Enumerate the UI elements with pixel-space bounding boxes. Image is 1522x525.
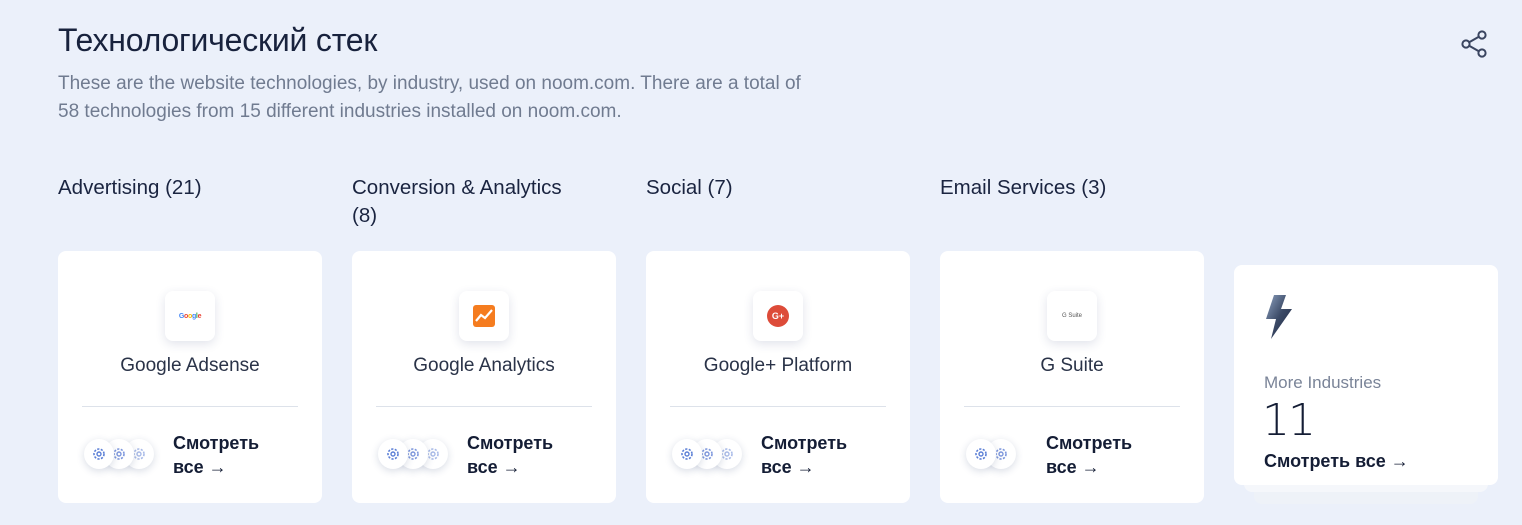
category-title-social: Social (7) [646, 176, 733, 199]
more-industries-card[interactable]: More Industries 11 Смотреть все → [1234, 265, 1498, 485]
tech-name[interactable]: G Suite [940, 355, 1204, 377]
tech-name[interactable]: Google Adsense [58, 355, 322, 377]
arrow-right-icon: → [1390, 451, 1409, 471]
gear-stack [84, 439, 164, 473]
more-industries-label: More Industries [1264, 373, 1382, 392]
tech-card-analytics[interactable]: Google Analytics Смотреть все → [352, 251, 616, 503]
gear-icon [378, 439, 408, 469]
arrow-right-icon: → [208, 457, 227, 477]
see-all-link[interactable]: Смотреть все → [1046, 431, 1156, 479]
arrow-right-icon: → [502, 457, 521, 477]
divider [670, 406, 886, 407]
gear-icon [966, 439, 996, 469]
tech-name[interactable]: Google Analytics [352, 355, 616, 377]
lightning-bolt-icon [1262, 293, 1296, 341]
category-title-advertising: Advertising (21) [58, 176, 202, 199]
google-adsense-logo: Google [165, 291, 215, 341]
divider [82, 406, 298, 407]
divider [376, 406, 592, 407]
see-all-link[interactable]: Смотреть все → [1264, 451, 1409, 472]
share-icon[interactable] [1460, 30, 1490, 58]
gear-icon [84, 439, 114, 469]
gear-stack [378, 439, 458, 473]
arrow-right-icon: → [796, 457, 815, 477]
section-description: These are the website technologies, by i… [58, 73, 801, 122]
tech-card-email[interactable]: G Suite G Suite Смотреть все → [940, 251, 1204, 503]
card-stack-shadow [1254, 490, 1478, 504]
section-title: Технологический стек [58, 22, 378, 58]
g-suite-logo: G Suite [1047, 291, 1097, 341]
google-plus-logo: G+ [753, 291, 803, 341]
tech-card-advertising[interactable]: Google Google Adsense Смотреть все → [58, 251, 322, 503]
gear-icon [672, 439, 702, 469]
google-analytics-logo [459, 291, 509, 341]
see-all-link[interactable]: Смотреть все → [761, 431, 871, 479]
more-industries-count: 11 [1262, 395, 1316, 446]
gear-stack [672, 439, 752, 473]
arrow-right-icon: → [1081, 457, 1100, 477]
category-title-email: Email Services (3) [940, 176, 1107, 199]
divider [964, 406, 1180, 407]
see-all-link[interactable]: Смотреть все → [173, 431, 283, 479]
tech-name[interactable]: Google+ Platform [646, 355, 910, 377]
category-title-analytics: Conversion & Analytics (8) [352, 176, 562, 227]
tech-card-social[interactable]: G+ Google+ Platform Смотреть все → [646, 251, 910, 503]
gear-stack [966, 439, 1046, 473]
see-all-link[interactable]: Смотреть все → [467, 431, 577, 479]
